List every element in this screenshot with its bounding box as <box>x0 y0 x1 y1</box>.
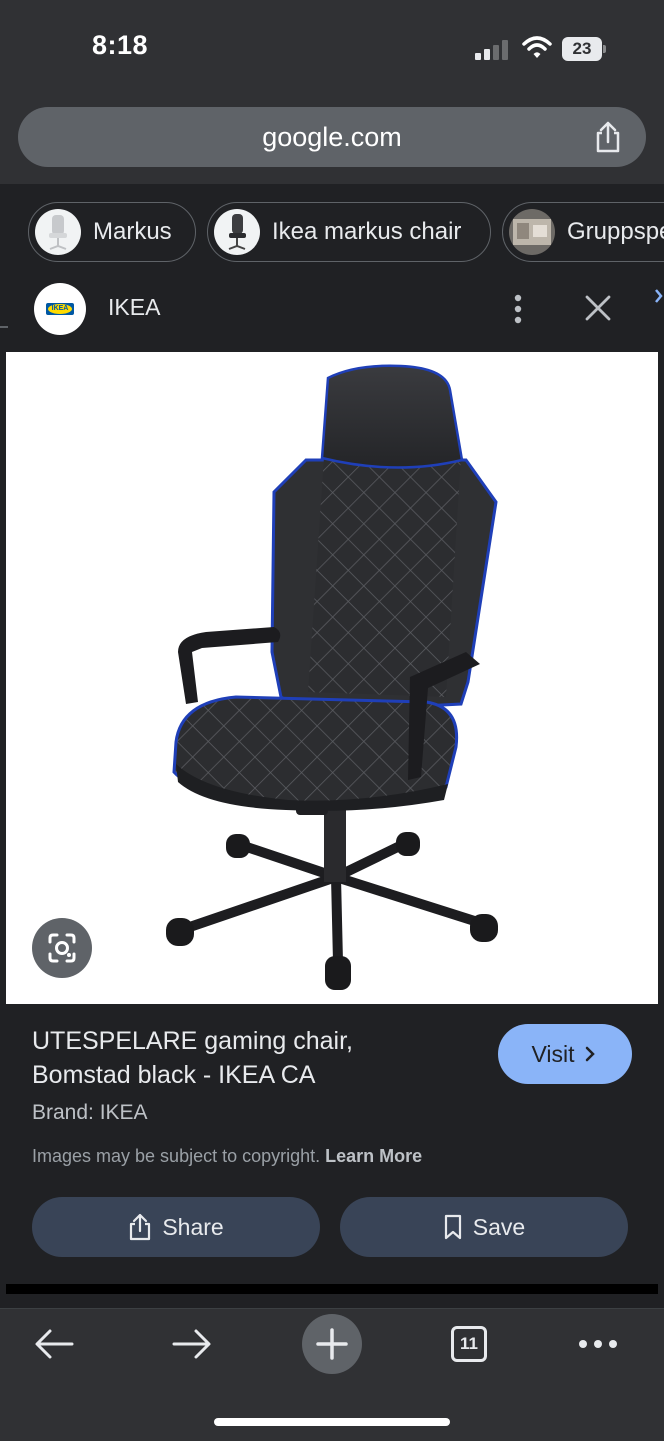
chevron-right-icon[interactable] <box>652 284 664 308</box>
chip-label: Markus <box>93 218 172 245</box>
home-indicator[interactable] <box>214 1418 450 1426</box>
chip-thumbnail <box>35 209 81 255</box>
related-searches: Markus Ikea markus chair Gruppspe <box>0 184 664 276</box>
forward-icon[interactable] <box>172 1328 212 1360</box>
save-label: Save <box>472 1213 526 1240</box>
share-icon[interactable] <box>593 121 623 153</box>
divider <box>0 326 8 328</box>
chip-thumbnail <box>509 209 555 255</box>
chip-thumbnail <box>214 209 260 255</box>
signal-icon <box>475 40 509 60</box>
tabs-icon[interactable]: 11 <box>451 1326 487 1362</box>
battery-tip <box>603 45 606 53</box>
source-header <box>0 276 664 352</box>
ikea-logo: IKEA <box>34 283 86 335</box>
address-bar[interactable]: google.com <box>18 107 646 167</box>
chip-label: Gruppspe <box>567 218 664 245</box>
chevron-right-icon <box>585 1046 595 1062</box>
share-button[interactable]: Share <box>32 1197 320 1257</box>
more-horiz-icon[interactable] <box>578 1336 618 1352</box>
visit-button[interactable]: Visit <box>498 1024 632 1084</box>
share-icon <box>130 1213 151 1241</box>
copyright-notice: Images may be subject to copyright. Lear… <box>32 1146 422 1167</box>
visit-label: Visit <box>531 1040 575 1067</box>
share-label: Share <box>162 1213 224 1240</box>
plus-icon <box>316 1328 348 1360</box>
chip-label: Ikea markus chair <box>272 218 462 245</box>
save-button[interactable]: Save <box>340 1197 628 1257</box>
chip-gruppspe[interactable]: Gruppspe <box>502 202 664 262</box>
product-image[interactable] <box>6 352 658 1004</box>
copyright-text: Images may be subject to copyright. <box>32 1146 321 1166</box>
lens-icon <box>48 933 76 963</box>
title-line: UTESPELARE gaming chair, <box>32 1027 353 1055</box>
more-vert-icon[interactable] <box>506 293 530 325</box>
title-line: Bomstad black - IKEA CA <box>32 1061 316 1089</box>
back-icon[interactable] <box>34 1328 74 1360</box>
lens-button[interactable] <box>32 918 92 978</box>
battery-indicator: 23 <box>562 37 602 61</box>
url-text: google.com <box>262 122 402 152</box>
gaming-chair-image <box>166 364 498 990</box>
learn-more-link[interactable]: Learn More <box>325 1146 422 1166</box>
divider <box>6 1284 658 1294</box>
chip-ikea-markus-chair[interactable]: Ikea markus chair <box>207 202 491 262</box>
brand-text: Brand: IKEA <box>32 1101 148 1124</box>
chip-markus[interactable]: Markus <box>28 202 196 262</box>
logo-text: IKEA <box>48 304 72 314</box>
wifi-icon <box>522 36 552 58</box>
close-icon[interactable] <box>584 294 612 322</box>
source-name[interactable]: IKEA <box>108 294 160 321</box>
result-title[interactable]: UTESPELARE gaming chair, Bomstad black -… <box>32 1024 472 1092</box>
new-tab-button[interactable] <box>302 1314 362 1374</box>
bookmark-icon <box>444 1214 461 1240</box>
status-time: 8:18 <box>92 30 149 60</box>
